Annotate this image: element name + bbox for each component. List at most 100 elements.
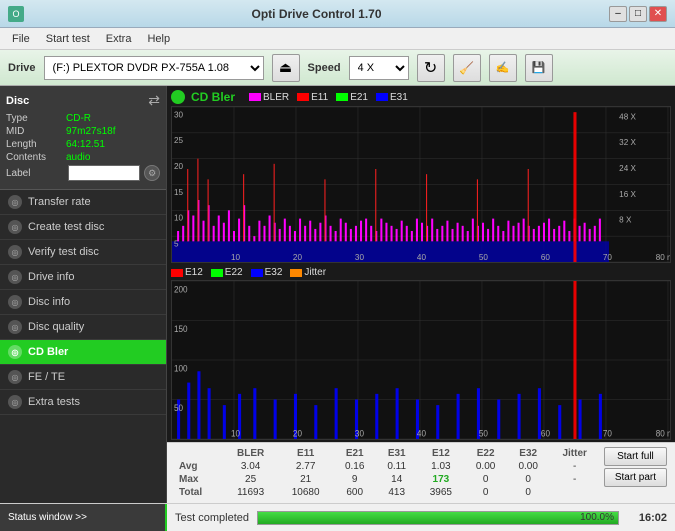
sidebar-item-verify-test-disc[interactable]: ◎ Verify test disc: [0, 240, 166, 265]
svg-text:50: 50: [174, 402, 183, 413]
app-icon: O: [8, 6, 24, 22]
svg-text:20: 20: [293, 428, 302, 439]
sidebar-item-fe-te[interactable]: ◎ FE / TE: [0, 365, 166, 390]
svg-text:70: 70: [603, 428, 612, 439]
total-e12: 3965: [417, 486, 464, 499]
menu-start-test[interactable]: Start test: [38, 31, 98, 47]
stats-area: BLER E11 E21 E31 E12 E22 E32 Jitter Avg: [167, 442, 675, 503]
window-title: Opti Drive Control 1.70: [251, 7, 381, 21]
elapsed-time: 16:02: [627, 512, 667, 524]
sidebar: Disc ⇄ Type CD-R MID 97m27s18f Length 64…: [0, 86, 167, 503]
menu-file[interactable]: File: [4, 31, 38, 47]
transfer-rate-label: Transfer rate: [28, 196, 91, 208]
speed-select[interactable]: 4 X: [349, 56, 409, 80]
avg-e22: 0.00: [464, 460, 507, 473]
svg-text:60: 60: [541, 253, 550, 262]
sidebar-item-disc-info[interactable]: ◎ Disc info: [0, 290, 166, 315]
create-test-disc-label: Create test disc: [28, 221, 104, 233]
svg-text:32 X: 32 X: [619, 138, 636, 147]
maximize-button[interactable]: □: [629, 6, 647, 22]
sidebar-item-drive-info[interactable]: ◎ Drive info: [0, 265, 166, 290]
disc-refresh-icon[interactable]: ⇄: [148, 92, 160, 109]
menu-help[interactable]: Help: [139, 31, 178, 47]
stats-total-row: Total 11693 10680 600 413 3965 0 0: [175, 486, 600, 499]
total-e32: 0: [507, 486, 550, 499]
label-icon-button[interactable]: ⚙: [144, 165, 160, 181]
stats-table: BLER E11 E21 E31 E12 E22 E32 Jitter Avg: [175, 447, 600, 499]
col-e21: E21: [333, 447, 376, 460]
close-button[interactable]: ✕: [649, 6, 667, 22]
eject-button[interactable]: [272, 54, 300, 82]
label-input[interactable]: [68, 165, 140, 181]
start-full-button[interactable]: Start full: [604, 447, 667, 466]
progress-label: 100.0%: [580, 512, 614, 524]
svg-text:30: 30: [355, 253, 364, 262]
total-e22: 0: [464, 486, 507, 499]
jitter-legend-color: [290, 269, 302, 277]
svg-text:80 min: 80 min: [656, 253, 670, 262]
sidebar-item-create-test-disc[interactable]: ◎ Create test disc: [0, 215, 166, 240]
drive-label: Drive: [8, 62, 36, 74]
e21-legend-label: E21: [350, 92, 368, 103]
disc-quality-label: Disc quality: [28, 321, 84, 333]
bler-legend-label: BLER: [263, 92, 289, 103]
menu-extra[interactable]: Extra: [98, 31, 140, 47]
drive-select[interactable]: (F:) PLEXTOR DVDR PX-755A 1.08: [44, 56, 264, 80]
max-e11: 21: [278, 473, 334, 486]
chart-bottom-legend: E12 E22 E32 Jitter: [171, 267, 326, 278]
progress-bar-container: 100.0%: [257, 511, 619, 525]
progress-bar-fill: [258, 512, 618, 524]
stats-avg-row: Avg 3.04 2.77 0.16 0.11 1.03 0.00 0.00 -: [175, 460, 600, 473]
disc-quality-icon: ◎: [8, 320, 22, 334]
verify-test-disc-icon: ◎: [8, 245, 22, 259]
chart-top-legend: BLER E11 E21 E31: [249, 92, 408, 103]
erase-button[interactable]: 🧹: [453, 54, 481, 82]
titlebar: O Opti Drive Control 1.70 – □ ✕: [0, 0, 675, 28]
cd-bler-icon: ◎: [8, 345, 22, 359]
verify-test-disc-label: Verify test disc: [28, 246, 99, 258]
status-text: Test completed: [175, 512, 249, 524]
svg-text:30: 30: [355, 428, 364, 439]
e31-legend-label: E31: [390, 92, 408, 103]
sidebar-item-transfer-rate[interactable]: ◎ Transfer rate: [0, 190, 166, 215]
nav-list: ◎ Transfer rate ◎ Create test disc ◎ Ver…: [0, 190, 166, 415]
svg-text:200: 200: [174, 284, 188, 295]
e12-legend-color: [171, 269, 183, 277]
length-value: 64:12.51: [66, 139, 105, 150]
bler-legend-color: [249, 93, 261, 101]
svg-text:40: 40: [417, 428, 426, 439]
col-e11: E11: [278, 447, 334, 460]
start-part-button[interactable]: Start part: [604, 468, 667, 487]
status-window-button[interactable]: Status window >>: [0, 504, 167, 531]
col-jitter: Jitter: [549, 447, 599, 460]
svg-text:10: 10: [174, 214, 183, 223]
save-button[interactable]: 💾: [525, 54, 553, 82]
toolbar: Drive (F:) PLEXTOR DVDR PX-755A 1.08 Spe…: [0, 50, 675, 86]
svg-text:24 X: 24 X: [619, 164, 636, 173]
sidebar-item-cd-bler[interactable]: ◎ CD Bler: [0, 340, 166, 365]
total-label: Total: [175, 486, 223, 499]
sidebar-item-disc-quality[interactable]: ◎ Disc quality: [0, 315, 166, 340]
minimize-button[interactable]: –: [609, 6, 627, 22]
svg-text:30: 30: [174, 110, 183, 119]
write-button[interactable]: ✍: [489, 54, 517, 82]
max-bler: 25: [223, 473, 278, 486]
status-window-label: Status window >>: [8, 512, 87, 523]
type-value: CD-R: [66, 113, 91, 124]
mid-label: MID: [6, 126, 66, 137]
extra-tests-icon: ◎: [8, 395, 22, 409]
svg-text:150: 150: [174, 323, 188, 334]
e12-legend-label: E12: [185, 267, 203, 278]
max-e31: 14: [376, 473, 417, 486]
drive-info-label: Drive info: [28, 271, 74, 283]
avg-jitter: -: [549, 460, 599, 473]
svg-text:8 X: 8 X: [619, 216, 632, 225]
speed-label: Speed: [308, 62, 341, 74]
refresh-button[interactable]: ↻: [417, 54, 445, 82]
svg-text:20: 20: [293, 253, 302, 262]
label-key: Label: [6, 168, 64, 179]
sidebar-item-extra-tests[interactable]: ◎ Extra tests: [0, 390, 166, 415]
svg-text:48 X: 48 X: [619, 112, 636, 121]
extra-tests-label: Extra tests: [28, 396, 80, 408]
e22-legend-color: [211, 269, 223, 277]
